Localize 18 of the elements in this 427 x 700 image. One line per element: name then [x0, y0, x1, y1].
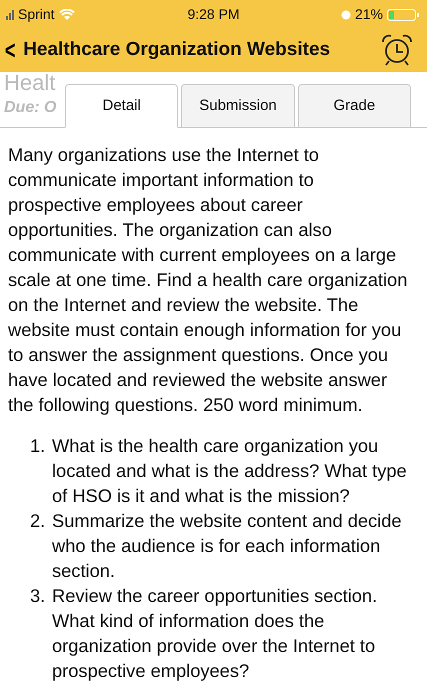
back-button[interactable]: < [3, 37, 20, 63]
page-title: Healthcare Organization Websites [23, 38, 332, 62]
question-text: Review the career opportunities section. What kind of information does the organization provide over the Internet to prospective employees? [52, 584, 378, 683]
due-date: Due: O [4, 98, 56, 118]
question-number: 2. [30, 509, 46, 533]
question-number: 1. [30, 434, 46, 458]
tab[interactable]: Submission [181, 84, 295, 128]
alarm-clock-icon[interactable] [379, 32, 415, 68]
description-text: Many organizations use the Internet to communicate important information to prospective employees about career opportunities. The organization can also communicate with current employees on a large scale at one time. Find a health care organization on the Internet and review the website. The website must contain enough information for you to answer the assignment questions. Once you have located and reviewed the website answer the following questions. 250 word minimum. [7, 143, 408, 417]
carrier-name: Sprint [18, 4, 55, 24]
tab[interactable]: Grade [298, 84, 411, 128]
question-text: What is the health care organization you located and what is the address? What type of HSO is it and what is the mission? [52, 434, 408, 508]
question-number: 3. [30, 584, 46, 608]
clock-time: 9:28 PM [187, 4, 240, 24]
assignment-title: Healt [4, 72, 56, 94]
question-text: Summarize the website content and decide who the audience is for each information section. [52, 509, 403, 583]
battery-percent: 21% [354, 4, 384, 24]
tab[interactable]: Detail [65, 84, 178, 128]
